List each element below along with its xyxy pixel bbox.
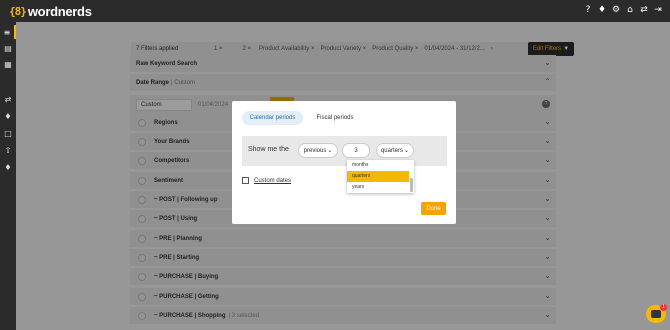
chat-badge: 1 <box>660 304 667 311</box>
custom-dates-label: Custom dates <box>254 177 292 184</box>
dropdown-option[interactable]: months <box>347 160 414 171</box>
chevron-down-icon: ⌄ <box>403 148 410 154</box>
direction-select[interactable]: previous ⌄ <box>298 143 338 158</box>
chat-icon <box>651 310 661 318</box>
unit-value: quarters <box>380 147 403 154</box>
logo[interactable]: {8} wordnerds <box>9 4 92 19</box>
calendar-icon <box>242 177 249 184</box>
gear-icon[interactable]: ⚙ <box>612 4 620 16</box>
top-bar: {8} wordnerds ? ♦ ⚙ ⌂ ⇄ ⇥ <box>0 0 670 22</box>
bell-icon[interactable]: ♦ <box>598 4 606 16</box>
help-icon[interactable]: ? <box>584 4 592 16</box>
custom-dates-link[interactable]: Custom dates <box>242 177 291 184</box>
dropdown-option-selected[interactable]: quarters <box>347 171 409 182</box>
filter-icon[interactable]: ≡ <box>0 25 16 39</box>
dropdown-scrollbar[interactable] <box>410 178 413 192</box>
home-icon[interactable]: ⌂ <box>626 4 634 16</box>
chevron-down-icon: ⌄ <box>327 148 333 154</box>
dropdown-option[interactable]: years <box>347 182 414 193</box>
unit-dropdown: months quarters years <box>347 160 414 193</box>
logout-icon[interactable]: ⇥ <box>654 4 662 16</box>
chat-icon[interactable]: □ <box>0 126 16 140</box>
unit-select[interactable]: quarters ⌄ <box>376 143 414 158</box>
grid-icon[interactable]: ▦ <box>0 57 16 71</box>
done-button[interactable]: Done <box>421 202 446 215</box>
date-period-modal: Calendar periods Fiscal periods Show me … <box>232 101 456 224</box>
sidebar: ≡ ▤ ▦ ⇄ ♦ □ ⇧ ♦ <box>0 22 16 330</box>
bell-icon[interactable]: ♦ <box>0 160 16 174</box>
count-input[interactable]: 3 <box>342 143 370 158</box>
period-panel: Show me the previous ⌄ 3 quarters ⌄ <box>242 136 447 166</box>
share-icon[interactable]: ⇄ <box>640 4 648 16</box>
sliders-icon[interactable]: ⇄ <box>0 92 16 106</box>
show-me-label: Show me the <box>248 146 289 153</box>
logo-mark: {8} <box>9 4 27 18</box>
tab-fiscal-periods[interactable]: Fiscal periods <box>310 111 360 125</box>
direction-value: previous <box>303 147 327 154</box>
tab-calendar-periods[interactable]: Calendar periods <box>242 111 303 125</box>
top-icons: ? ♦ ⚙ ⌂ ⇄ ⇥ <box>584 4 662 16</box>
document-icon[interactable]: ▤ <box>0 41 16 55</box>
app-name: wordnerds <box>27 3 92 19</box>
bell-icon[interactable]: ♦ <box>0 109 16 123</box>
upload-icon[interactable]: ⇧ <box>0 143 16 157</box>
